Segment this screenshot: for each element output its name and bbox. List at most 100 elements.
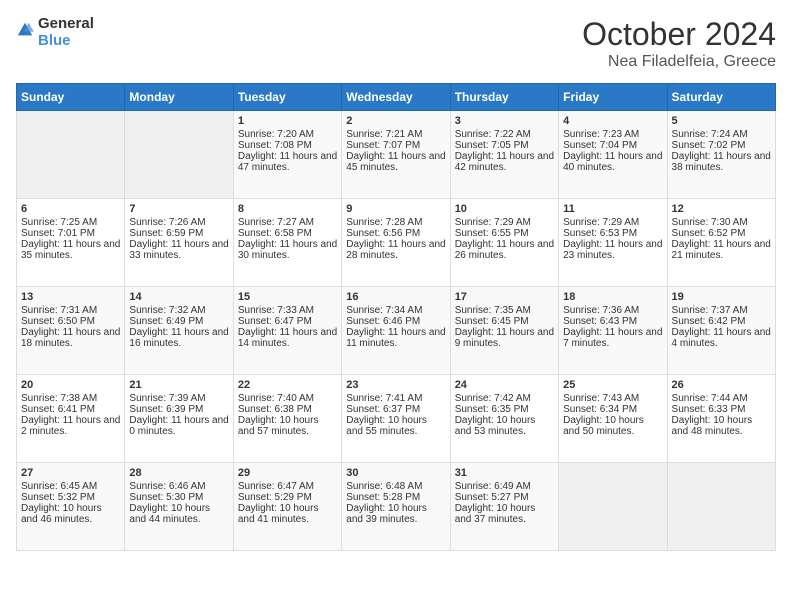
day-number: 23: [346, 379, 445, 391]
weekday-header: Wednesday: [342, 84, 450, 111]
daylight-text: Daylight: 11 hours and 9 minutes.: [455, 327, 554, 349]
daylight-text: Daylight: 11 hours and 26 minutes.: [455, 239, 554, 261]
calendar-cell: 10Sunrise: 7:29 AMSunset: 6:55 PMDayligh…: [450, 199, 558, 287]
day-number: 14: [129, 291, 228, 303]
daylight-text: Daylight: 11 hours and 4 minutes.: [672, 327, 771, 349]
day-number: 29: [238, 467, 337, 479]
sunset-text: Sunset: 6:47 PM: [238, 316, 337, 327]
daylight-text: Daylight: 11 hours and 0 minutes.: [129, 415, 228, 437]
daylight-text: Daylight: 10 hours and 39 minutes.: [346, 503, 445, 525]
sunset-text: Sunset: 5:30 PM: [129, 492, 228, 503]
day-number: 11: [563, 203, 662, 215]
day-number: 17: [455, 291, 554, 303]
calendar-week-row: 20Sunrise: 7:38 AMSunset: 6:41 PMDayligh…: [17, 375, 776, 463]
day-number: 12: [672, 203, 771, 215]
sunset-text: Sunset: 6:45 PM: [455, 316, 554, 327]
title-block: October 2024 Nea Filadelfeia, Greece: [582, 16, 776, 71]
calendar-cell: 31Sunrise: 6:49 AMSunset: 5:27 PMDayligh…: [450, 463, 558, 551]
calendar-week-row: 27Sunrise: 6:45 AMSunset: 5:32 PMDayligh…: [17, 463, 776, 551]
sunrise-text: Sunrise: 7:26 AM: [129, 217, 228, 228]
calendar-cell: 3Sunrise: 7:22 AMSunset: 7:05 PMDaylight…: [450, 111, 558, 199]
calendar-cell: 30 Sunrise: 6:48 AMSunset: 5:28 PMDayligh…: [342, 463, 450, 551]
sunrise-text: Sunrise: 7:22 AM: [455, 129, 554, 140]
day-number: 16: [346, 291, 445, 303]
sunrise-text: Sunrise: 7:41 AM: [346, 393, 445, 404]
sunrise-text: Sunrise: 7:30 AM: [672, 217, 771, 228]
sunset-text: Sunset: 7:02 PM: [672, 140, 771, 151]
sunset-text: Sunset: 6:49 PM: [129, 316, 228, 327]
calendar-cell: 14Sunrise: 7:32 AMSunset: 6:49 PMDayligh…: [125, 287, 233, 375]
daylight-text: Daylight: 11 hours and 23 minutes.: [563, 239, 662, 261]
day-number: 15: [238, 291, 337, 303]
day-number: 7: [129, 203, 228, 215]
calendar-cell: 7Sunrise: 7:26 AMSunset: 6:59 PMDaylight…: [125, 199, 233, 287]
calendar-week-row: 1Sunrise: 7:20 AMSunset: 7:08 PMDaylight…: [17, 111, 776, 199]
sunrise-text: Sunrise: 7:29 AM: [455, 217, 554, 228]
sunrise-text: Sunrise: 7:42 AM: [455, 393, 554, 404]
sunrise-text: Sunrise: 6:48 AM: [346, 481, 445, 492]
sunset-text: Sunset: 7:01 PM: [21, 228, 120, 239]
daylight-text: Daylight: 11 hours and 28 minutes.: [346, 239, 445, 261]
sunrise-text: Sunrise: 7:38 AM: [21, 393, 120, 404]
daylight-text: Daylight: 10 hours and 37 minutes.: [455, 503, 554, 525]
day-number: 8: [238, 203, 337, 215]
sunrise-text: Sunrise: 7:43 AM: [563, 393, 662, 404]
daylight-text: Daylight: 11 hours and 14 minutes.: [238, 327, 337, 349]
daylight-text: Daylight: 11 hours and 38 minutes.: [672, 151, 771, 173]
calendar-cell: [125, 111, 233, 199]
sunrise-text: Sunrise: 7:24 AM: [672, 129, 771, 140]
weekday-header: Friday: [559, 84, 667, 111]
sunset-text: Sunset: 6:33 PM: [672, 404, 771, 415]
calendar-cell: 6Sunrise: 7:25 AMSunset: 7:01 PMDaylight…: [17, 199, 125, 287]
daylight-text: Daylight: 11 hours and 45 minutes.: [346, 151, 445, 173]
sunrise-text: Sunrise: 7:40 AM: [238, 393, 337, 404]
sunset-text: Sunset: 6:46 PM: [346, 316, 445, 327]
day-number: 26: [672, 379, 771, 391]
daylight-text: Daylight: 11 hours and 7 minutes.: [563, 327, 662, 349]
day-number: 30: [346, 467, 445, 479]
day-number: 3: [455, 115, 554, 127]
calendar-cell: 20Sunrise: 7:38 AMSunset: 6:41 PMDayligh…: [17, 375, 125, 463]
daylight-text: Daylight: 11 hours and 35 minutes.: [21, 239, 120, 261]
sunset-text: Sunset: 6:42 PM: [672, 316, 771, 327]
day-number: 21: [129, 379, 228, 391]
sunset-text: Sunset: 6:41 PM: [21, 404, 120, 415]
calendar-cell: 5Sunrise: 7:24 AMSunset: 7:02 PMDaylight…: [667, 111, 775, 199]
weekday-header: Thursday: [450, 84, 558, 111]
daylight-text: Daylight: 10 hours and 48 minutes.: [672, 415, 771, 437]
daylight-text: Daylight: 10 hours and 46 minutes.: [21, 503, 120, 525]
calendar-cell: 22Sunrise: 7:40 AMSunset: 6:38 PMDayligh…: [233, 375, 341, 463]
weekday-header: Sunday: [17, 84, 125, 111]
sunrise-text: Sunrise: 7:29 AM: [563, 217, 662, 228]
daylight-text: Daylight: 10 hours and 57 minutes.: [238, 415, 337, 437]
sunrise-text: Sunrise: 6:45 AM: [21, 481, 120, 492]
sunset-text: Sunset: 5:28 PM: [346, 492, 445, 503]
sunset-text: Sunset: 7:07 PM: [346, 140, 445, 151]
daylight-text: Daylight: 11 hours and 21 minutes.: [672, 239, 771, 261]
sunset-text: Sunset: 5:29 PM: [238, 492, 337, 503]
daylight-text: Daylight: 10 hours and 55 minutes.: [346, 415, 445, 437]
calendar-cell: 11 Sunrise: 7:29 AMSunset: 6:53 PMDayligh…: [559, 199, 667, 287]
calendar-cell: 2Sunrise: 7:21 AMSunset: 7:07 PMDaylight…: [342, 111, 450, 199]
sunset-text: Sunset: 6:53 PM: [563, 228, 662, 239]
day-number: 10: [455, 203, 554, 215]
logo-blue: Blue: [38, 33, 94, 50]
sunset-text: Sunset: 6:34 PM: [563, 404, 662, 415]
logo-icon: [16, 21, 34, 39]
daylight-text: Daylight: 11 hours and 40 minutes.: [563, 151, 662, 173]
calendar-cell: 29Sunrise: 6:47 AMSunset: 5:29 PMDayligh…: [233, 463, 341, 551]
sunrise-text: Sunrise: 7:35 AM: [455, 305, 554, 316]
sunrise-text: Sunrise: 7:23 AM: [563, 129, 662, 140]
sunrise-text: Sunrise: 7:44 AM: [672, 393, 771, 404]
sunset-text: Sunset: 5:32 PM: [21, 492, 120, 503]
sunset-text: Sunset: 6:38 PM: [238, 404, 337, 415]
calendar-week-row: 13Sunrise: 7:31 AMSunset: 6:50 PMDayligh…: [17, 287, 776, 375]
day-number: 19: [672, 291, 771, 303]
calendar-cell: 12Sunrise: 7:30 AMSunset: 6:52 PMDayligh…: [667, 199, 775, 287]
calendar-cell: 8Sunrise: 7:27 AMSunset: 6:58 PMDaylight…: [233, 199, 341, 287]
calendar-cell: 25Sunrise: 7:43 AMSunset: 6:34 PMDayligh…: [559, 375, 667, 463]
sunset-text: Sunset: 6:50 PM: [21, 316, 120, 327]
sunrise-text: Sunrise: 6:47 AM: [238, 481, 337, 492]
sunrise-text: Sunrise: 7:27 AM: [238, 217, 337, 228]
calendar-cell: 26 Sunrise: 7:44 AMSunset: 6:33 PMDayligh…: [667, 375, 775, 463]
